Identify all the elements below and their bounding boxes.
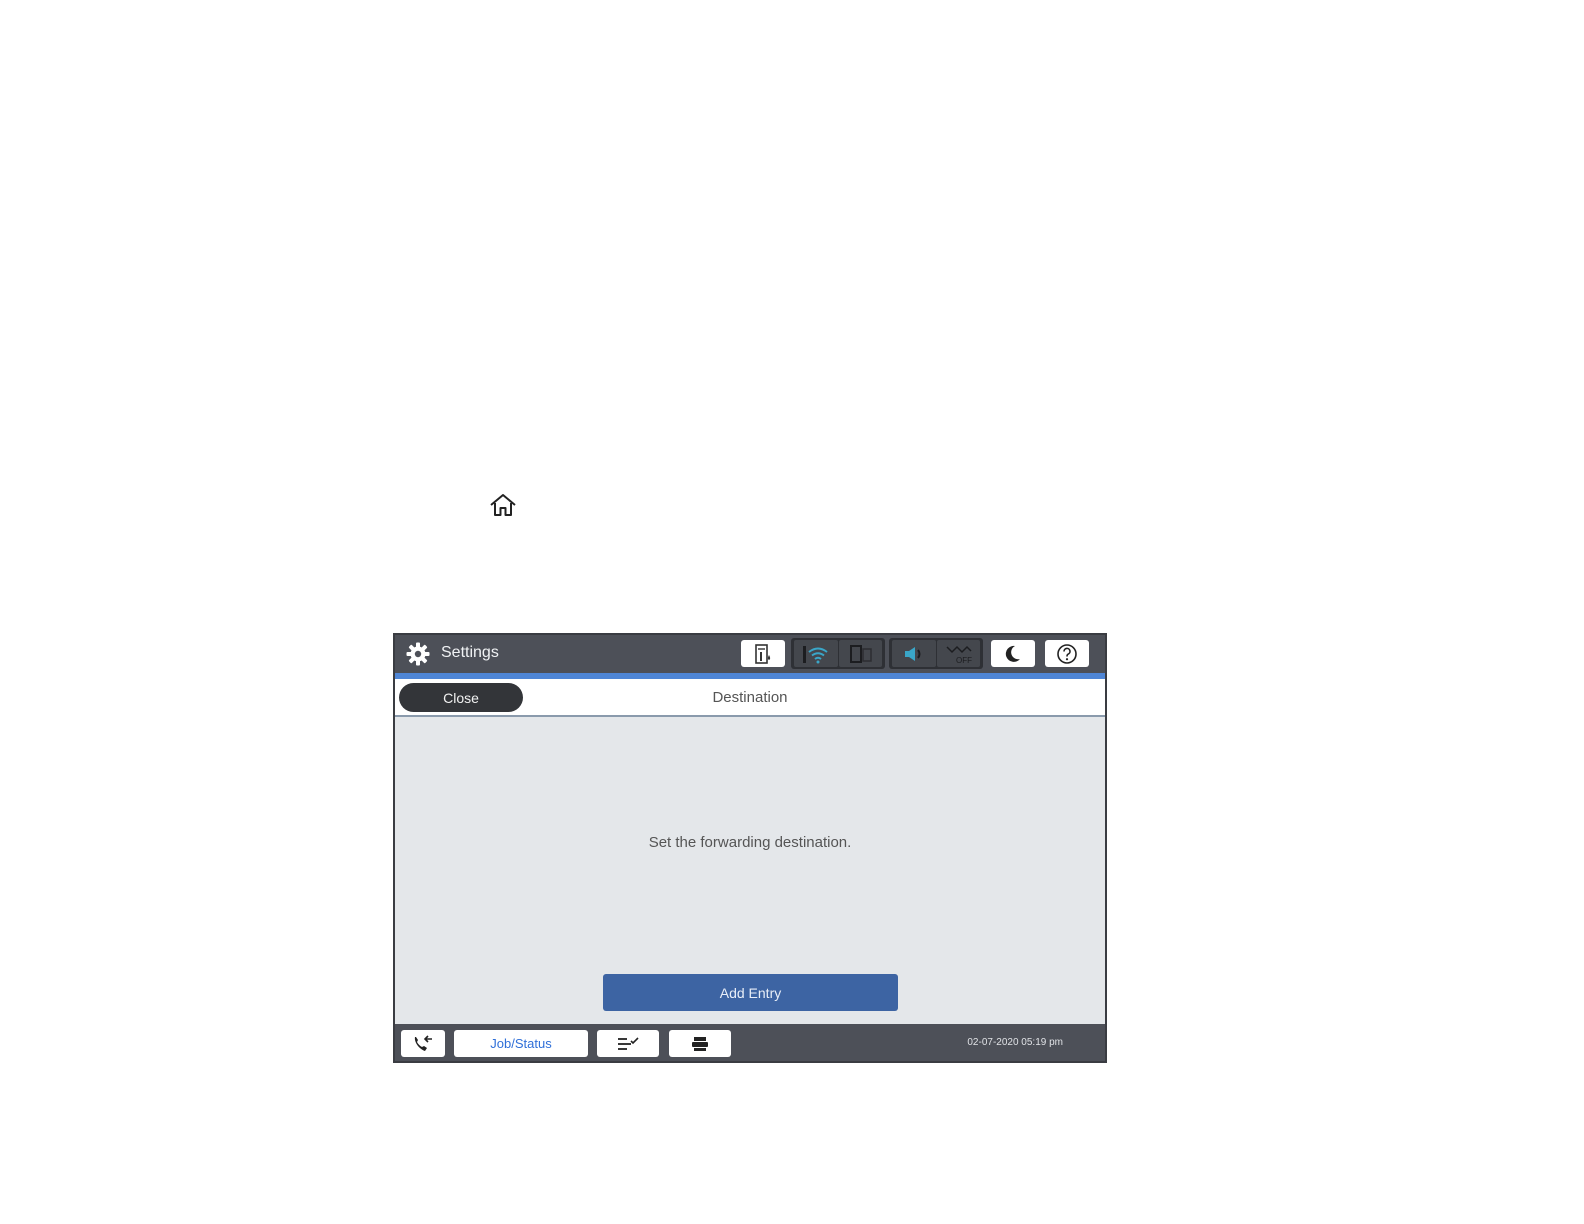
job-list-icon bbox=[618, 1036, 639, 1050]
ink-status-button[interactable] bbox=[741, 640, 785, 667]
moon-icon bbox=[1005, 645, 1020, 662]
printer-icon bbox=[692, 1036, 708, 1051]
home-icon bbox=[490, 494, 516, 516]
sound-button[interactable] bbox=[892, 640, 936, 667]
ink-icon bbox=[755, 643, 771, 664]
date-time: 02-07-2020 05:19 pm bbox=[967, 1037, 1063, 1048]
gear-icon bbox=[406, 642, 430, 666]
wifi-icon bbox=[803, 645, 828, 663]
help-button[interactable] bbox=[1045, 640, 1089, 667]
quiet-mode-button[interactable]: OFF bbox=[937, 640, 980, 667]
screen-title: Settings bbox=[441, 644, 499, 661]
top-status-bar: Settings OFF bbox=[395, 635, 1105, 673]
printer-control-panel-screen: Settings OFF Close Destination Set the f… bbox=[393, 633, 1107, 1063]
instruction-message: Set the forwarding destination. bbox=[648, 834, 852, 851]
bottom-bar: Job/Status 02-07-2020 05:19 pm bbox=[395, 1024, 1105, 1061]
page-title: Destination bbox=[712, 689, 788, 706]
printer-status-button[interactable] bbox=[669, 1030, 731, 1057]
mute-off-icon: OFF bbox=[945, 645, 972, 665]
wifi-direct-status-button[interactable] bbox=[839, 640, 882, 667]
fax-receive-button[interactable] bbox=[401, 1030, 445, 1057]
screen-header: Close Destination bbox=[395, 679, 1105, 717]
add-entry-button[interactable]: Add Entry bbox=[603, 974, 898, 1011]
sound-status-group: OFF bbox=[889, 638, 983, 669]
sleep-button[interactable] bbox=[991, 640, 1035, 667]
svg-text:OFF: OFF bbox=[956, 656, 972, 665]
wifi-direct-icon bbox=[849, 644, 872, 663]
help-icon bbox=[1057, 643, 1077, 664]
network-status-group bbox=[791, 638, 885, 669]
job-status-button[interactable]: Job/Status bbox=[454, 1030, 588, 1057]
job-list-button[interactable] bbox=[597, 1030, 659, 1057]
fax-receive-icon bbox=[414, 1034, 432, 1051]
speaker-icon bbox=[905, 646, 921, 661]
wifi-status-button[interactable] bbox=[794, 640, 838, 667]
